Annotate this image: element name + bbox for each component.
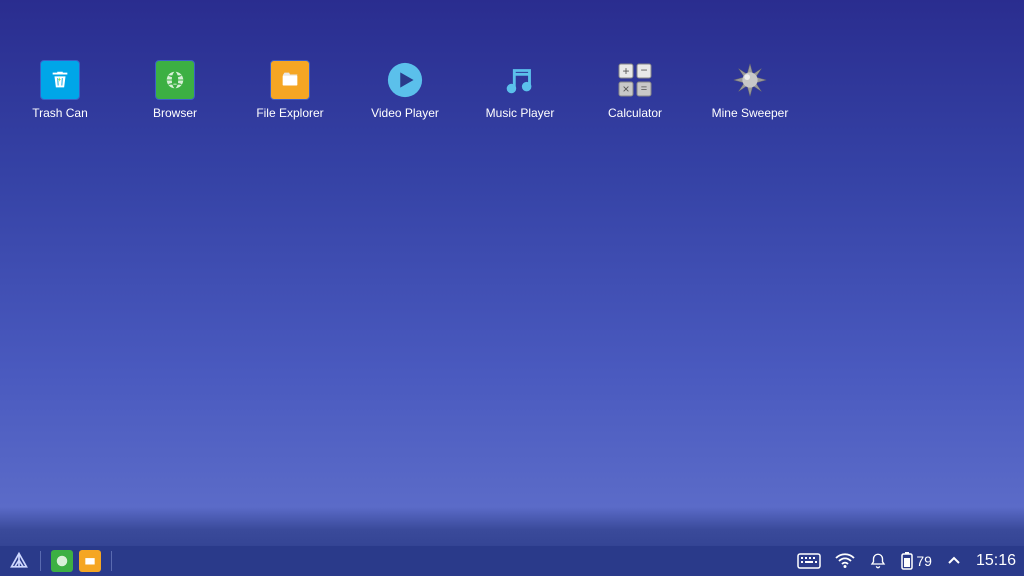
browser-icon bbox=[155, 60, 195, 100]
taskbar-divider bbox=[111, 551, 112, 571]
mine-sweeper-icon bbox=[730, 60, 770, 100]
video-player-icon bbox=[385, 60, 425, 100]
system-tray: 79 15:16 bbox=[797, 552, 1016, 570]
desktop-icon-music-player[interactable]: Music Player bbox=[480, 60, 560, 120]
taskbar-app-file-explorer[interactable] bbox=[79, 550, 101, 572]
desktop-icon-video-player[interactable]: Video Player bbox=[365, 60, 445, 120]
desktop-icon-file-explorer[interactable]: File Explorer bbox=[250, 60, 330, 120]
trash-can-icon bbox=[40, 60, 80, 100]
desktop-icon-label: Calculator bbox=[608, 106, 662, 120]
svg-text:×: × bbox=[622, 82, 629, 96]
desktop-icon-label: Browser bbox=[153, 106, 197, 120]
taskbar-left bbox=[8, 550, 116, 572]
music-player-icon bbox=[500, 60, 540, 100]
battery-level: 79 bbox=[916, 553, 932, 569]
svg-text:+: + bbox=[622, 64, 629, 78]
desktop-icon-label: Music Player bbox=[486, 106, 555, 120]
desktop-icon-label: Video Player bbox=[371, 106, 439, 120]
desktop-icon-calculator[interactable]: + − × = Calculator bbox=[595, 60, 675, 120]
file-explorer-icon bbox=[270, 60, 310, 100]
desktop-icon-mine-sweeper[interactable]: Mine Sweeper bbox=[710, 60, 790, 120]
tray-expand-icon[interactable] bbox=[946, 553, 962, 569]
desktop[interactable]: Trash Can Browser File Explorer Video Pl… bbox=[0, 0, 1024, 546]
taskbar-app-browser[interactable] bbox=[51, 550, 73, 572]
notifications-icon[interactable] bbox=[869, 552, 887, 570]
calculator-icon: + − × = bbox=[615, 60, 655, 100]
taskbar: 79 15:16 bbox=[0, 546, 1024, 576]
keyboard-icon[interactable] bbox=[797, 553, 821, 569]
battery-indicator[interactable]: 79 bbox=[901, 552, 932, 570]
desktop-icon-label: Trash Can bbox=[32, 106, 88, 120]
svg-text:−: − bbox=[640, 63, 647, 77]
wifi-icon[interactable] bbox=[835, 553, 855, 569]
clock[interactable]: 15:16 bbox=[976, 552, 1016, 570]
desktop-icon-label: Mine Sweeper bbox=[712, 106, 789, 120]
desktop-icon-label: File Explorer bbox=[256, 106, 323, 120]
desktop-icon-browser[interactable]: Browser bbox=[135, 60, 215, 120]
svg-text:=: = bbox=[641, 83, 647, 95]
battery-icon bbox=[901, 552, 913, 570]
taskbar-divider bbox=[40, 551, 41, 571]
desktop-icon-trash-can[interactable]: Trash Can bbox=[20, 60, 100, 120]
start-button[interactable] bbox=[8, 550, 30, 572]
